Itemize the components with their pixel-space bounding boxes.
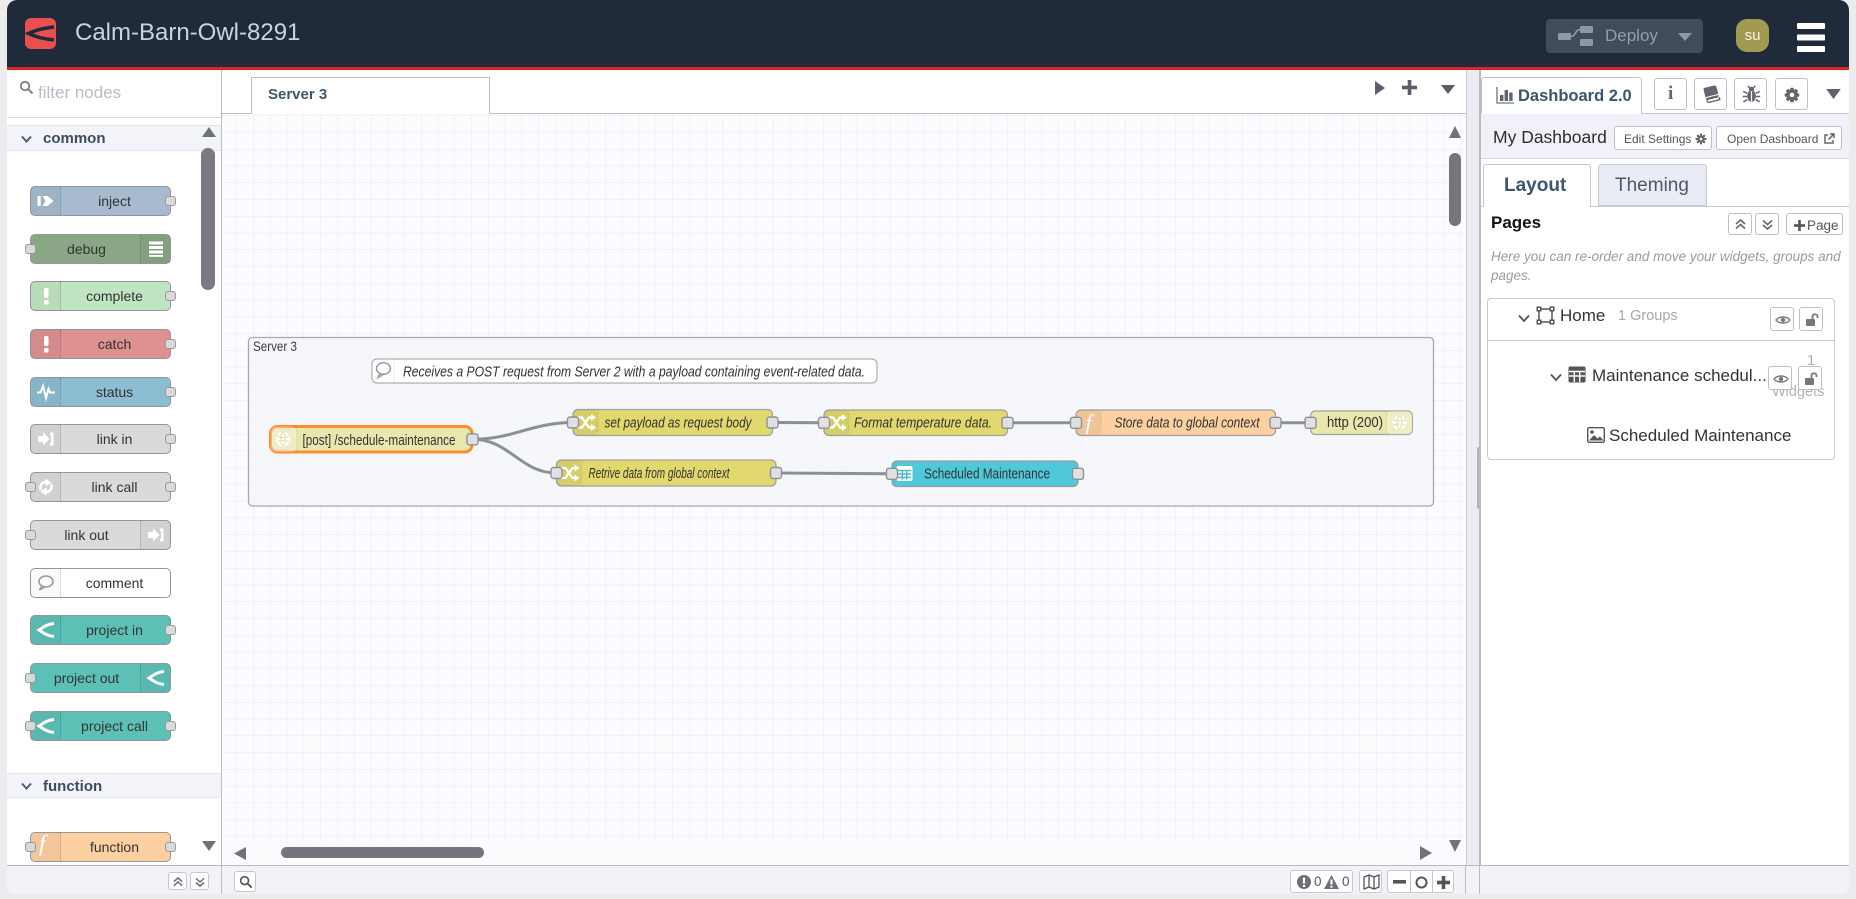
svg-text:Receives a POST request from S: Receives a POST request from Server 2 wi… <box>403 364 865 381</box>
svg-text:Scheduled Maintenance: Scheduled Maintenance <box>924 466 1050 483</box>
svg-text:http (200): http (200) <box>1327 414 1383 431</box>
svg-text:Server 3: Server 3 <box>253 339 297 354</box>
svg-text:set payload as request body: set payload as request body <box>605 415 753 432</box>
svg-text:[post] /schedule-maintenance: [post] /schedule-maintenance <box>303 432 456 449</box>
svg-text:Retrive data from global conte: Retrive data from global context <box>589 465 731 482</box>
svg-text:Format temperature data.: Format temperature data. <box>854 415 992 432</box>
svg-text:Store data to global context: Store data to global context <box>1115 415 1261 432</box>
